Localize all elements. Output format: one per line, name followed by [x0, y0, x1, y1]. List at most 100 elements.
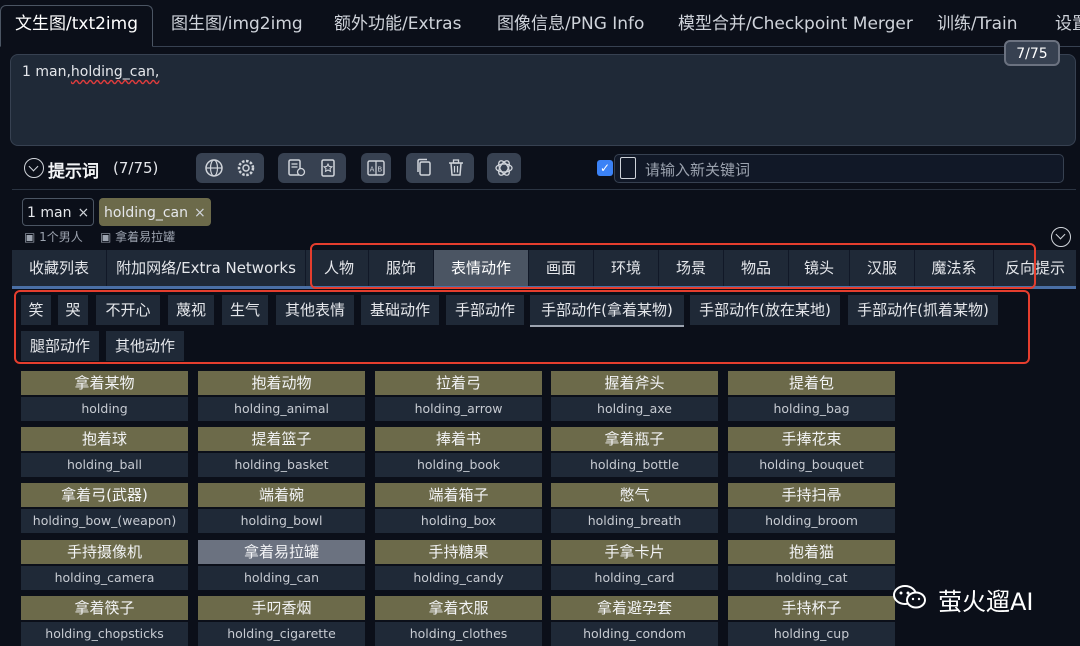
card-en-label: holding_condom [551, 622, 718, 646]
card-en-label: holding_broom [728, 509, 895, 533]
expand-chevron-icon[interactable] [1051, 227, 1071, 247]
keyword-card[interactable]: 手捧花束 holding_bouquet [728, 427, 895, 477]
keyword-card[interactable]: 端着箱子 holding_box [375, 483, 542, 533]
keyword-card[interactable]: 提着包 holding_bag [728, 371, 895, 421]
globe-icon[interactable] [199, 153, 229, 183]
tag-label: 1 man [27, 205, 72, 221]
divider [12, 189, 1076, 190]
keyword-card[interactable]: 提着篮子 holding_basket [198, 427, 365, 477]
card-cn-label: 手拿卡片 [551, 540, 718, 564]
card-cn-label: 手持摄像机 [21, 540, 188, 564]
keyword-card[interactable]: 拿着避孕套 holding_condom [551, 596, 718, 646]
card-en-label: holding_camera [21, 566, 188, 590]
prompt-textarea[interactable] [10, 54, 1076, 146]
history-list-icon[interactable] [281, 153, 311, 183]
card-cn-label: 抱着动物 [198, 371, 365, 395]
keyword-card-selected[interactable]: 拿着易拉罐 holding_can [198, 540, 365, 590]
keyword-card[interactable]: 握着斧头 holding_axe [551, 371, 718, 421]
card-en-label: holding_candy [375, 566, 542, 590]
toolbar-group-5 [487, 153, 521, 183]
prompt-section-title: 提示词 [48, 162, 99, 182]
keyword-card[interactable]: 拿着弓(武器) holding_bow_(weapon) [21, 483, 188, 533]
card-cn-label: 手持扫帚 [728, 483, 895, 507]
card-cn-label: 握着斧头 [551, 371, 718, 395]
keyword-card[interactable]: 手持摄像机 holding_camera [21, 540, 188, 590]
card-en-label: holding_bowl [198, 509, 365, 533]
highlight-box-categories [310, 243, 1036, 289]
prompt-tag-highlighted[interactable]: holding_can × [99, 198, 211, 226]
enable-checkbox[interactable]: ✓ [597, 160, 613, 176]
card-en-label: holding_book [375, 453, 542, 477]
keyword-card[interactable]: 拿着某物 holding [21, 371, 188, 421]
gear-icon[interactable] [231, 153, 261, 183]
card-en-label: holding_bottle [551, 453, 718, 477]
keyword-card[interactable]: 抱着球 holding_ball [21, 427, 188, 477]
translate-icon[interactable]: AB [361, 153, 391, 183]
tag-translation: ▣ 拿着易拉罐 [100, 230, 176, 244]
card-en-label: holding_breath [551, 509, 718, 533]
card-cn-label: 手叼香烟 [198, 596, 365, 620]
text-cursor-icon [620, 157, 636, 179]
keyword-card[interactable]: 抱着猫 holding_cat [728, 540, 895, 590]
keyword-card[interactable]: 捧着书 holding_book [375, 427, 542, 477]
new-keyword-input[interactable]: 请输入新关键词 [614, 154, 1064, 183]
card-cn-label: 手持糖果 [375, 540, 542, 564]
copy-icon[interactable] [409, 153, 439, 183]
tab-img2img[interactable]: 图生图/img2img [171, 6, 303, 46]
card-en-label: holding_bouquet [728, 453, 895, 477]
prompt-text-part: 1 man, [22, 64, 71, 80]
close-icon[interactable]: × [77, 205, 89, 221]
keyword-card[interactable]: 手拿卡片 holding_card [551, 540, 718, 590]
keyword-card[interactable]: 手持糖果 holding_candy [375, 540, 542, 590]
card-cn-label: 拿着弓(武器) [21, 483, 188, 507]
card-cn-label: 拿着衣服 [375, 596, 542, 620]
tab-favorites[interactable]: 收藏列表 [12, 250, 107, 286]
keyword-card[interactable]: 手叼香烟 holding_cigarette [198, 596, 365, 646]
bookmark-icon[interactable] [313, 153, 343, 183]
tab-settings[interactable]: 设置 [1055, 6, 1080, 46]
prompt-text-part-misspelled: holding_can, [70, 64, 160, 80]
highlight-box-subtabs [14, 290, 1030, 364]
card-cn-label: 抱着球 [21, 427, 188, 451]
card-en-label: holding_card [551, 566, 718, 590]
keyword-card[interactable]: 拉着弓 holding_arrow [375, 371, 542, 421]
card-en-label: holding_axe [551, 397, 718, 421]
toolbar-group-3: AB [361, 153, 391, 183]
toolbar-group-1 [196, 153, 264, 183]
card-cn-label: 憋气 [551, 483, 718, 507]
keyword-card[interactable]: 拿着衣服 holding_clothes [375, 596, 542, 646]
collapse-chevron-icon[interactable] [24, 158, 44, 178]
tab-png-info[interactable]: 图像信息/PNG Info [497, 6, 644, 46]
keyword-card[interactable]: 拿着筷子 holding_chopsticks [21, 596, 188, 646]
tab-extras[interactable]: 额外功能/Extras [334, 6, 461, 46]
tab-checkpoint-merger[interactable]: 模型合并/Checkpoint Merger [678, 6, 913, 46]
card-en-label: holding_arrow [375, 397, 542, 421]
card-en-label: holding [21, 397, 188, 421]
card-cn-label: 拿着筷子 [21, 596, 188, 620]
keyword-card[interactable]: 拿着瓶子 holding_bottle [551, 427, 718, 477]
card-en-label: holding_animal [198, 397, 365, 421]
tab-train[interactable]: 训练/Train [937, 6, 1018, 46]
tab-txt2img[interactable]: 文生图/txt2img [0, 5, 154, 47]
keyword-card[interactable]: 抱着动物 holding_animal [198, 371, 365, 421]
prompt-tag[interactable]: 1 man × [22, 198, 95, 226]
toolbar-group-2 [278, 153, 346, 183]
trash-icon[interactable] [441, 153, 471, 183]
toolbar-group-4 [406, 153, 474, 183]
card-cn-label: 捧着书 [375, 427, 542, 451]
openai-icon[interactable] [489, 153, 519, 183]
tab-extra-networks[interactable]: 附加网络/Extra Networks [107, 250, 306, 286]
keyword-card[interactable]: 手持扫帚 holding_broom [728, 483, 895, 533]
card-cn-label: 拿着瓶子 [551, 427, 718, 451]
keyword-card[interactable]: 手持杯子 holding_cup [728, 596, 895, 646]
close-icon[interactable]: × [194, 205, 206, 221]
card-en-label: holding_bag [728, 397, 895, 421]
card-en-label: holding_ball [21, 453, 188, 477]
svg-text:A: A [370, 166, 375, 174]
tag-label: holding_can [104, 205, 189, 221]
keyword-card[interactable]: 憋气 holding_breath [551, 483, 718, 533]
card-cn-label: 抱着猫 [728, 540, 895, 564]
keyword-card[interactable]: 端着碗 holding_bowl [198, 483, 365, 533]
card-en-label: holding_cup [728, 622, 895, 646]
prompt-token-count: (7/75) [113, 159, 159, 177]
